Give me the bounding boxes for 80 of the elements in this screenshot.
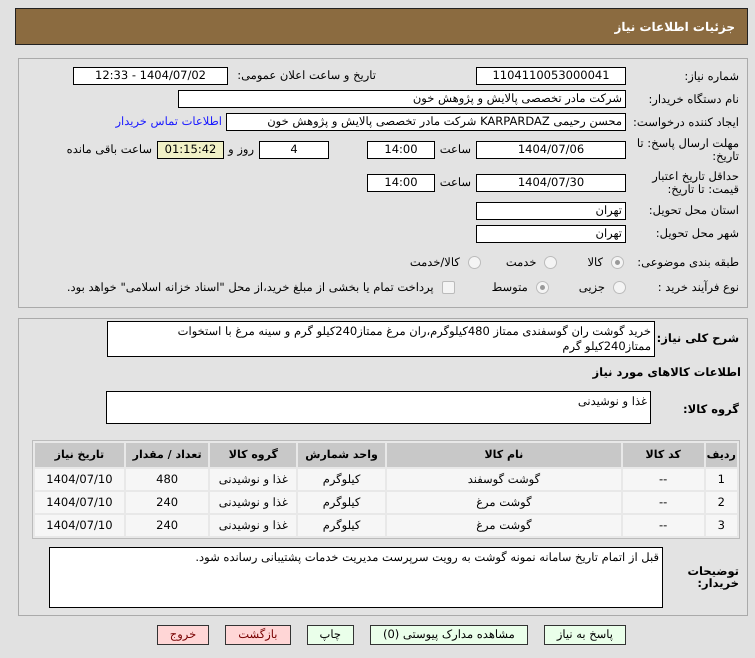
field-label: شهر محل تحویل:	[654, 227, 740, 240]
action-button[interactable]: پاسخ به نیاز	[544, 624, 626, 645]
action-button[interactable]: خروج	[156, 624, 210, 645]
table-cell: کیلوگرم	[298, 492, 385, 513]
field-label: شماره نیاز:	[683, 70, 740, 82]
field-label: جزیی	[578, 278, 605, 296]
field-value[interactable]: شرکت مادر تخصصی پالایش و پژوهش خون	[178, 90, 626, 108]
field-value[interactable]: 1404/07/02 - 12:33	[73, 67, 228, 85]
field-label: متوسط	[492, 278, 528, 296]
table-cell: کیلوگرم	[298, 468, 385, 490]
table-cell: گوشت مرغ	[386, 514, 621, 536]
action-button[interactable]: بازگشت	[225, 624, 290, 645]
table-cell: 3	[706, 514, 737, 536]
header-title: جزئیات اطلاعات نیاز	[614, 18, 735, 36]
table-cell: غذا و نوشیدنی	[210, 468, 296, 490]
field-value[interactable]: 4	[259, 140, 329, 159]
column-header: کد کالا	[622, 442, 704, 467]
field-label: نوع فرآیند خرید :	[656, 281, 740, 294]
table-cell: گوشت مرغ	[386, 492, 621, 513]
action-button[interactable]: مشاهده مدارک پیوستی (0)	[370, 624, 528, 645]
radio-button[interactable]	[613, 281, 626, 294]
table-cell: 240	[126, 514, 208, 536]
contact-link[interactable]: اطلاعات تماس خریدار	[115, 113, 222, 131]
table-cell: --	[622, 468, 704, 490]
field-value[interactable]: 14:00	[367, 174, 435, 192]
table-cell: غذا و نوشیدنی	[210, 514, 296, 536]
field-label: شرح کلی نیاز:	[656, 332, 740, 345]
buyer-notes-field[interactable]: قبل از اتمام تاریخ سامانه نمونه گوشت به رویت سرپرست مدیریت خدمات پشتیبانی رسانده شود.	[49, 546, 663, 608]
field-label: نام دستگاه خریدار:	[647, 92, 740, 106]
field-label: حداقل تاریخ اعتبار قیمت: تا تاریخ:	[650, 170, 740, 196]
field-label: طبقه بندی موضوعی:	[636, 256, 740, 269]
table-cell: 1404/07/10	[35, 468, 124, 490]
column-header: ردیف	[706, 442, 737, 467]
action-button[interactable]: چاپ	[306, 624, 354, 645]
table-cell: کیلوگرم	[298, 514, 385, 536]
field-value[interactable]: تهران	[476, 224, 626, 243]
field-value[interactable]: 1404/07/06	[476, 140, 626, 159]
field-label: استان محل تحویل:	[648, 204, 740, 217]
column-header: نام کالا	[386, 442, 621, 467]
field-value[interactable]: 14:00	[367, 140, 435, 159]
table-cell: گوشت گوسفند	[386, 468, 621, 490]
checkbox[interactable]	[442, 281, 455, 294]
field-value[interactable]: 1404/07/30	[476, 174, 626, 192]
column-header: گروه کالا	[210, 442, 296, 467]
field-label: روز و	[226, 141, 254, 158]
field-value[interactable]: محسن رحیمی KARPARDAZ شرکت مادر تخصصی پالایش و پژوهش خون	[226, 113, 626, 131]
table-cell: غذا و نوشیدنی	[210, 492, 296, 513]
table-cell: 1404/07/10	[35, 514, 124, 536]
radio-button[interactable]	[468, 256, 481, 270]
radio-button[interactable]	[611, 256, 624, 270]
goods-group-field[interactable]: غذا و نوشیدنی	[106, 390, 651, 424]
field-label: پرداخت تمام یا بخشی از مبلغ خرید،از محل "اسناد خزانه اسلامی" خواهد بود.	[66, 278, 434, 296]
table-cell: --	[622, 514, 704, 536]
field-label: توضیحات خریدار:	[686, 564, 740, 590]
table-cell: 480	[126, 468, 208, 490]
countdown-field[interactable]: 01:15:42	[157, 140, 224, 159]
field-label: ساعت باقی مانده	[66, 141, 152, 158]
field-value[interactable]: 1104110053000041	[476, 67, 626, 85]
field-label: گروه کالا:	[682, 400, 740, 416]
field-label: خدمت	[506, 254, 536, 271]
table-cell: 240	[126, 492, 208, 513]
field-label: کالا	[587, 254, 603, 271]
table-cell: --	[622, 492, 704, 513]
description-field[interactable]: خرید گوشت ران گوسفندی ممتاز 480کیلوگرم،ران مرغ ممتاز240کیلو گرم و سینه مرغ با استخوات ممتاز240کیلو گرم	[107, 320, 655, 357]
table-cell: 1404/07/10	[35, 492, 124, 513]
table-cell: 1	[706, 468, 737, 490]
column-header: واحد شمارش	[298, 442, 385, 467]
column-header: تعداد / مقدار	[126, 442, 208, 467]
field-label: ساعت	[438, 174, 471, 192]
field-label: کالا/خدمت	[410, 254, 460, 271]
field-label: ساعت	[438, 141, 471, 158]
column-header: تاریخ نیاز	[35, 442, 124, 467]
field-value[interactable]: تهران	[476, 202, 626, 220]
field-label: ایجاد کننده درخواست:	[632, 116, 740, 128]
field-label: تاریخ و ساعت اعلان عمومی:	[236, 67, 376, 84]
field-label: مهلت ارسال پاسخ: تا تاریخ:	[636, 137, 740, 162]
radio-button[interactable]	[536, 281, 549, 294]
section-title: اطلاعات کالاهای مورد نیاز	[592, 364, 741, 381]
table-cell: 2	[706, 492, 737, 513]
radio-button[interactable]	[544, 256, 558, 270]
